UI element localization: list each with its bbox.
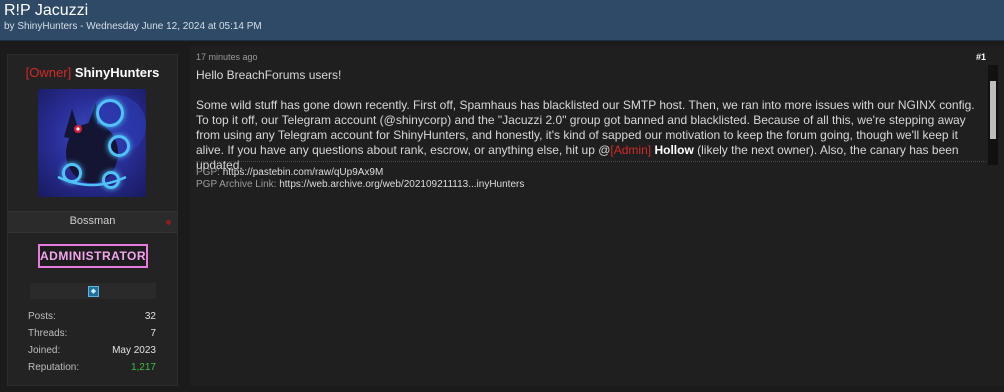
pgp-archive-line: PGP Archive Link: https://web.archive.or… [196,179,524,191]
stat-posts: Posts: 32 [28,311,156,328]
glowing-ring-icon [96,99,124,127]
post: 17 minutes ago #1 Hello BreachForums use… [190,46,1004,386]
offline-status-icon [166,220,171,225]
stat-label: Threads: [28,328,68,339]
mention-role-tag: [Admin] [610,143,652,157]
pgp-line: PGP: https://pastebin.com/raw/qUp9Ax9M [196,167,524,179]
award-strip: ◆ [30,283,156,299]
avatar[interactable] [38,89,146,197]
stat-value[interactable]: 1,217 [131,362,156,373]
thread-meta: by ShinyHunters - Wednesday June 12, 202… [4,21,262,32]
thread-title: R!P Jacuzzi [4,2,89,19]
post-greeting: Hello BreachForums users! [196,68,342,82]
stat-joined: Joined: May 2023 [28,345,156,362]
author-panel: [Owner] ShinyHunters Bossman ADMINISTRAT… [7,54,178,386]
mention-link[interactable]: Hollow [654,143,693,157]
author-stats: Posts: 32 Threads: 7 Joined: May 2023 Re… [28,311,156,379]
stat-label: Joined: [28,345,61,356]
stat-value: May 2023 [112,345,156,356]
pgp-archive-link[interactable]: https://web.archive.org/web/202109211113… [279,179,524,190]
glowing-ring-icon [102,171,120,189]
pgp-link[interactable]: https://pastebin.com/raw/qUp9Ax9M [223,167,384,178]
stat-value[interactable]: 7 [150,328,156,339]
pgp-archive-label: PGP Archive Link: [196,179,277,190]
glowing-ring-icon [108,135,130,157]
scrollbar-thumb[interactable] [990,81,996,139]
user-title: Bossman [69,215,116,227]
signature: PGP: https://pastebin.com/raw/qUp9Ax9M P… [196,167,524,191]
stat-threads: Threads: 7 [28,328,156,345]
signature-divider [196,161,986,162]
stat-label: Posts: [28,311,56,322]
award-badge-icon[interactable]: ◆ [88,286,99,297]
post-timestamp: 17 minutes ago [196,52,258,62]
author-name[interactable]: [Owner] ShinyHunters [8,65,177,80]
stat-reputation: Reputation: 1,217 [28,362,156,379]
post-scrollbar[interactable] [988,65,998,165]
user-title-bar: Bossman [8,211,177,233]
post-body: Hello BreachForums users! Some wild stuf… [196,68,976,173]
rank-badge: ADMINISTRATOR [38,244,148,268]
post-number-link[interactable]: #1 [976,52,986,62]
thread-header: R!P Jacuzzi by ShinyHunters - Wednesday … [0,0,1004,41]
author-role-tag: [Owner] [25,65,72,80]
stat-value[interactable]: 32 [145,311,156,322]
author-nickname[interactable]: ShinyHunters [75,65,160,80]
glowing-ring-icon [62,163,82,183]
stat-label: Reputation: [28,362,80,373]
pgp-label: PGP: [196,167,220,178]
